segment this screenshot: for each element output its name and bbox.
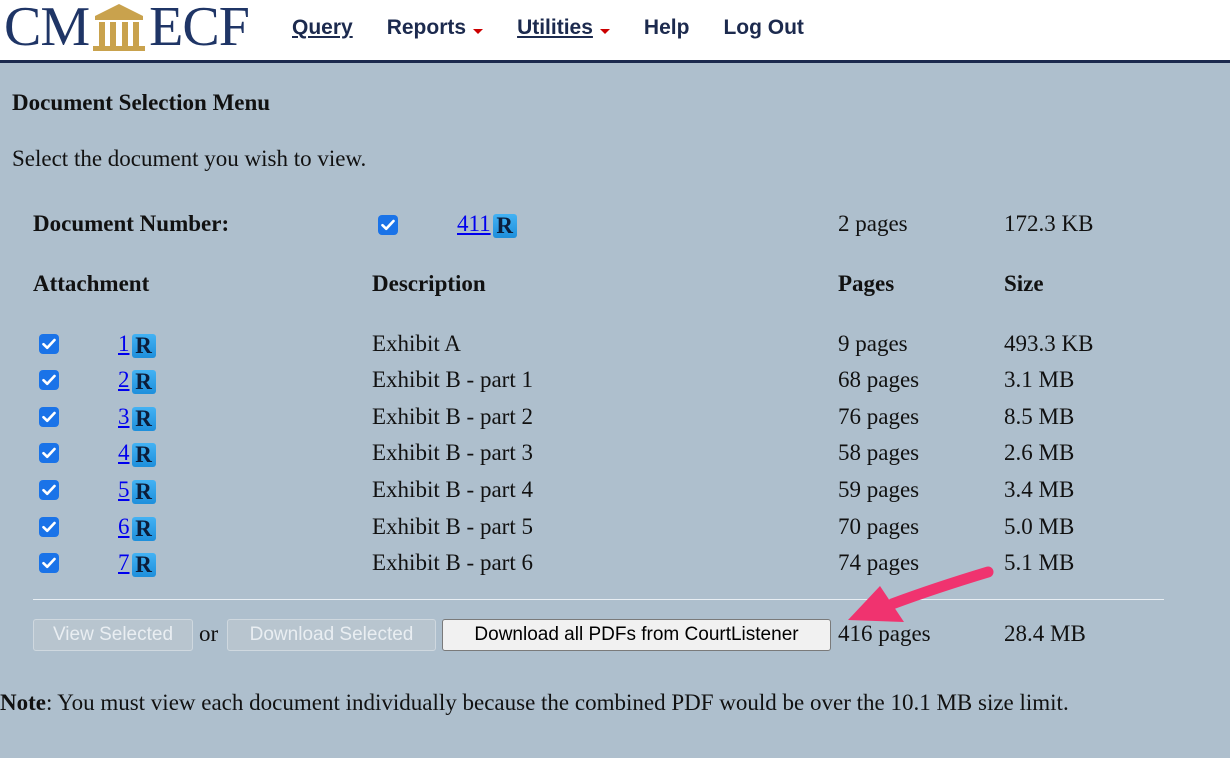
view-selected-button[interactable]: View Selected [33,619,193,651]
attachment-link[interactable]: 2 [118,367,130,392]
note-text: : You must view each document individual… [45,690,1069,715]
attachment-size: 493.3 KB [1004,331,1094,356]
checkmark-icon [42,374,56,386]
page-subtitle: Select the document you wish to view. [12,146,367,171]
recap-r-icon[interactable]: R [131,407,156,431]
attachment-number-cell: 3R [118,404,156,431]
checkmark-icon [42,557,56,569]
nav-reports-label: Reports [386,16,467,39]
attachment-pages: 68 pages [838,367,920,392]
attachment-link[interactable]: 4 [118,440,130,465]
attachment-pages: 9 pages [838,331,908,356]
attachment-checkbox[interactable] [39,480,59,500]
column-header-attachment: Attachment [33,271,150,296]
attachment-size: 8.5 MB [1004,404,1075,429]
attachment-checkbox[interactable] [39,334,59,354]
attachment-number-cell: 5R [118,477,156,504]
checkmark-icon [42,447,56,459]
checkmark-icon [42,338,56,350]
total-pages: 416 pages [838,621,931,646]
recap-r-icon[interactable]: R [131,517,156,541]
attachment-number-cell: 1R [118,331,156,358]
note-label: Note [0,690,46,715]
document-pages: 2 pages [838,211,908,236]
recap-r-icon[interactable]: R [492,214,517,238]
logo-text-left: CM [4,0,90,58]
attachment-link[interactable]: 1 [118,331,130,356]
attachment-description: Exhibit B - part 2 [372,404,533,429]
column-header-pages: Pages [838,271,895,296]
caret-down-icon [599,28,610,34]
nav-help[interactable]: Help [644,16,690,40]
checkmark-icon [381,219,395,231]
nav-query[interactable]: Query [292,16,353,40]
caret-down-icon [473,28,484,34]
document-number-cell: 411 R [457,211,517,238]
recap-r-icon[interactable]: R [131,370,156,394]
attachment-link[interactable]: 6 [118,514,130,539]
attachment-number-cell: 2R [118,367,156,394]
attachment-description: Exhibit B - part 3 [372,440,533,465]
total-size: 28.4 MB [1004,621,1086,646]
main-nav: Query Reports Utilities Help Log Out [292,0,838,56]
attachment-number-cell: 7R [118,550,156,577]
attachment-number-cell: 4R [118,440,156,467]
nav-query-label: Query [292,16,353,39]
attachment-description: Exhibit B - part 5 [372,514,533,539]
attachment-link[interactable]: 7 [118,550,130,575]
attachment-description: Exhibit B - part 1 [372,367,533,392]
or-text: or [199,621,219,646]
document-link[interactable]: 411 [457,211,491,236]
nav-help-label: Help [643,16,690,39]
attachment-pages: 59 pages [838,477,920,502]
nav-utilities-label: Utilities [517,16,593,39]
nav-utilities[interactable]: Utilities [517,16,610,40]
attachment-pages: 76 pages [838,404,920,429]
download-selected-button[interactable]: Download Selected [227,619,436,651]
nav-reports[interactable]: Reports [386,16,484,40]
table-divider [33,599,1164,600]
column-header-description: Description [372,271,486,296]
attachment-pages: 74 pages [838,550,920,575]
attachment-number-cell: 6R [118,514,156,541]
download-courtlistener-button[interactable]: Download all PDFs from CourtListener [442,619,831,651]
attachment-size: 3.4 MB [1004,477,1075,502]
nav-logout[interactable]: Log Out [723,16,803,40]
attachment-description: Exhibit B - part 6 [372,550,533,575]
attachment-checkbox[interactable] [39,407,59,427]
checkmark-icon [42,411,56,423]
nav-logout-label: Log Out [723,16,804,39]
document-size: 172.3 KB [1004,211,1094,236]
size-limit-note: Note: You must view each document indivi… [0,690,1069,716]
attachment-size: 3.1 MB [1004,367,1075,392]
column-header-size: Size [1004,271,1044,296]
attachment-checkbox[interactable] [39,370,59,390]
attachment-checkbox[interactable] [39,553,59,573]
document-checkbox[interactable] [378,215,398,235]
attachment-link[interactable]: 5 [118,477,130,502]
document-number-label: Document Number: [33,211,230,236]
recap-r-icon[interactable]: R [131,334,156,358]
page-title: Document Selection Menu [12,90,271,115]
logo-text-right: ECF [149,0,250,58]
attachment-size: 2.6 MB [1004,440,1075,465]
attachment-size: 5.0 MB [1004,514,1075,539]
attachment-checkbox[interactable] [39,443,59,463]
recap-r-icon[interactable]: R [131,443,156,467]
attachment-pages: 70 pages [838,514,920,539]
attachment-checkbox[interactable] [39,517,59,537]
checkmark-icon [42,484,56,496]
attachment-description: Exhibit A [372,331,461,356]
recap-r-icon[interactable]: R [131,480,156,504]
attachment-size: 5.1 MB [1004,550,1075,575]
checkmark-icon [42,521,56,533]
attachment-description: Exhibit B - part 4 [372,477,533,502]
attachment-pages: 58 pages [838,440,920,465]
recap-r-icon[interactable]: R [131,553,156,577]
top-header: CM ECF Query Reports Utilities Help Log … [0,0,1230,63]
courthouse-columns-icon [93,4,146,51]
cmecf-logo[interactable]: CM ECF [4,0,250,60]
attachment-link[interactable]: 3 [118,404,130,429]
